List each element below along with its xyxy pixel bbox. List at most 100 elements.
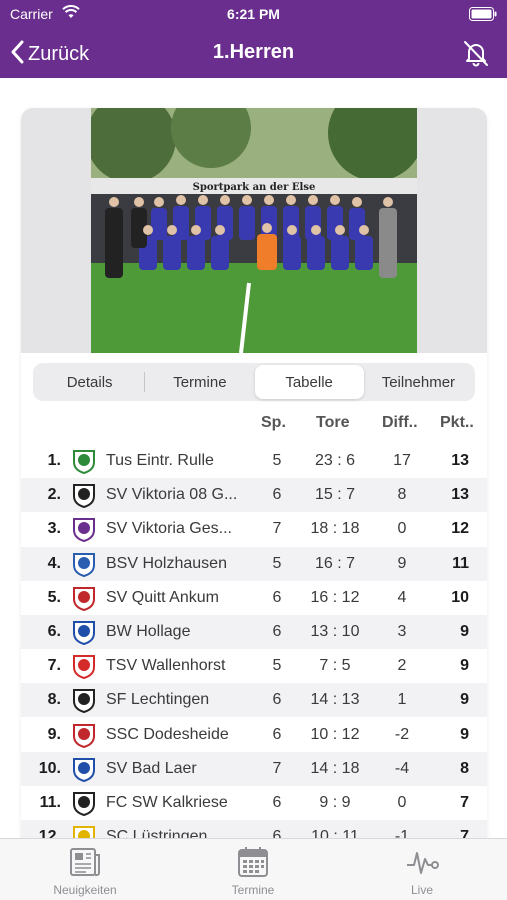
row-rank: 10.: [38, 760, 61, 777]
club-logo-icon: [73, 621, 95, 645]
row-games-played: 7: [272, 760, 282, 777]
row-rank: 12.: [38, 828, 61, 838]
table-row[interactable]: 2. SV Viktoria 08 G... 6 15 : 7 8 13: [21, 478, 487, 512]
table-row[interactable]: 8. SF Lechtingen 6 14 : 13 1 9: [21, 683, 487, 717]
row-rank: 3.: [47, 520, 61, 537]
team-card: Sportpark an der Else Details Termine Ta…: [21, 108, 487, 838]
row-goals: 15 : 7: [314, 486, 356, 503]
table-row[interactable]: 1. Tus Eintr. Rulle 5 23 : 6 17 13: [21, 444, 487, 478]
row-rank: 8.: [47, 691, 61, 708]
row-team-name: SV Viktoria 08 G...: [106, 486, 238, 503]
row-games-played: 5: [272, 452, 282, 469]
row-goals: 16 : 7: [314, 555, 356, 572]
row-points: 9: [460, 726, 469, 743]
row-goal-difference: 3: [397, 623, 407, 640]
row-goals: 10 : 11: [311, 828, 359, 838]
battery-icon: [469, 7, 497, 24]
row-goal-difference: 17: [393, 452, 411, 469]
club-logo-icon: [73, 553, 95, 577]
calendar-icon: [238, 847, 268, 877]
row-goals: 9 : 9: [319, 794, 351, 811]
table-row[interactable]: 11. FC SW Kalkriese 6 9 : 9 0 7: [21, 786, 487, 820]
club-logo-icon: [73, 518, 95, 542]
row-points: 11: [452, 555, 469, 572]
tab-live[interactable]: Live: [362, 845, 482, 897]
row-games-played: 6: [272, 828, 282, 838]
header-pkt[interactable]: Pkt..: [440, 414, 474, 432]
row-rank: 9.: [47, 726, 61, 743]
table-row[interactable]: 4. BSV Holzhausen 5 16 : 7 9 11: [21, 547, 487, 581]
notification-bell-off-icon[interactable]: [461, 38, 491, 73]
row-rank: 2.: [47, 486, 61, 503]
tab-label: Neuigkeiten: [53, 883, 117, 897]
segment-teilnehmer[interactable]: Teilnehmer: [364, 365, 473, 399]
header-tore[interactable]: Tore: [316, 414, 349, 432]
club-logo-icon: [73, 484, 95, 508]
row-goals: 10 : 12: [310, 726, 360, 743]
tab-label: Live: [410, 883, 433, 897]
table-row[interactable]: 9. SSC Dodesheide 6 10 : 12 -2 9: [21, 718, 487, 752]
row-team-name: SF Lechtingen: [106, 691, 210, 708]
tab-neuigkeiten[interactable]: Neuigkeiten: [25, 845, 145, 897]
row-rank: 7.: [47, 657, 61, 674]
clock-time: 6:21 PM: [227, 6, 280, 22]
club-logo-icon: [73, 450, 95, 474]
row-team-name: Tus Eintr. Rulle: [106, 452, 214, 469]
club-logo-icon: [73, 689, 95, 713]
row-goal-difference: 0: [397, 794, 407, 811]
row-goal-difference: -2: [394, 726, 410, 743]
row-points: 12: [451, 520, 469, 537]
content-area: Sportpark an der Else Details Termine Ta…: [0, 78, 507, 838]
row-points: 10: [451, 589, 469, 606]
segmented-control: Details Termine Tabelle Teilnehmer: [33, 363, 475, 401]
tab-termine[interactable]: Termine: [193, 845, 313, 897]
header-sp[interactable]: Sp.: [261, 414, 286, 432]
row-rank: 1.: [47, 452, 61, 469]
segment-tabelle[interactable]: Tabelle: [254, 365, 364, 399]
segment-termine[interactable]: Termine: [145, 365, 254, 399]
row-games-played: 5: [272, 555, 282, 572]
table-header: Sp. Tore Diff.. Pkt..: [21, 412, 487, 436]
row-goal-difference: 0: [397, 520, 407, 537]
row-games-played: 6: [272, 691, 282, 708]
row-games-played: 6: [272, 623, 282, 640]
row-points: 8: [460, 760, 469, 777]
banner-text: Sportpark an der Else: [193, 182, 316, 193]
header-diff[interactable]: Diff..: [382, 414, 418, 432]
newspaper-icon: [70, 848, 100, 876]
row-team-name: SV Quitt Ankum: [106, 589, 219, 606]
tab-bar: Neuigkeiten Termine Live: [0, 838, 507, 900]
row-games-played: 7: [272, 520, 282, 537]
row-team-name: SSC Dodesheide: [106, 726, 229, 743]
segment-details[interactable]: Details: [35, 365, 144, 399]
club-logo-icon: [73, 587, 95, 611]
row-points: 7: [460, 794, 469, 811]
row-goals: 18 : 18: [310, 520, 360, 537]
row-goal-difference: 1: [397, 691, 407, 708]
row-team-name: BSV Holzhausen: [106, 555, 227, 572]
row-games-played: 6: [272, 794, 282, 811]
row-rank: 4.: [47, 555, 61, 572]
table-row[interactable]: 6. BW Hollage 6 13 : 10 3 9: [21, 615, 487, 649]
row-team-name: FC SW Kalkriese: [106, 794, 228, 811]
table-row[interactable]: 7. TSV Wallenhorst 5 7 : 5 2 9: [21, 649, 487, 683]
row-goals: 7 : 5: [319, 657, 351, 674]
table-row[interactable]: 5. SV Quitt Ankum 6 16 : 12 4 10: [21, 581, 487, 615]
row-points: 9: [460, 623, 469, 640]
row-team-name: TSV Wallenhorst: [106, 657, 226, 674]
row-goal-difference: -1: [394, 828, 410, 838]
row-team-name: BW Hollage: [106, 623, 191, 640]
row-points: 13: [451, 452, 469, 469]
row-games-played: 6: [272, 589, 282, 606]
table-row[interactable]: 12. SC Lüstringen 6 10 : 11 -1 7: [21, 820, 487, 838]
table-row[interactable]: 3. SV Viktoria Ges... 7 18 : 18 0 12: [21, 512, 487, 546]
row-games-played: 6: [272, 486, 282, 503]
table-row[interactable]: 10. SV Bad Laer 7 14 : 18 -4 8: [21, 752, 487, 786]
row-games-played: 5: [272, 657, 282, 674]
row-points: 7: [460, 828, 469, 838]
row-goals: 23 : 6: [314, 452, 356, 469]
row-goals: 13 : 10: [310, 623, 360, 640]
club-logo-icon: [73, 655, 95, 679]
club-logo-icon: [73, 758, 95, 782]
club-logo-icon: [73, 792, 95, 816]
